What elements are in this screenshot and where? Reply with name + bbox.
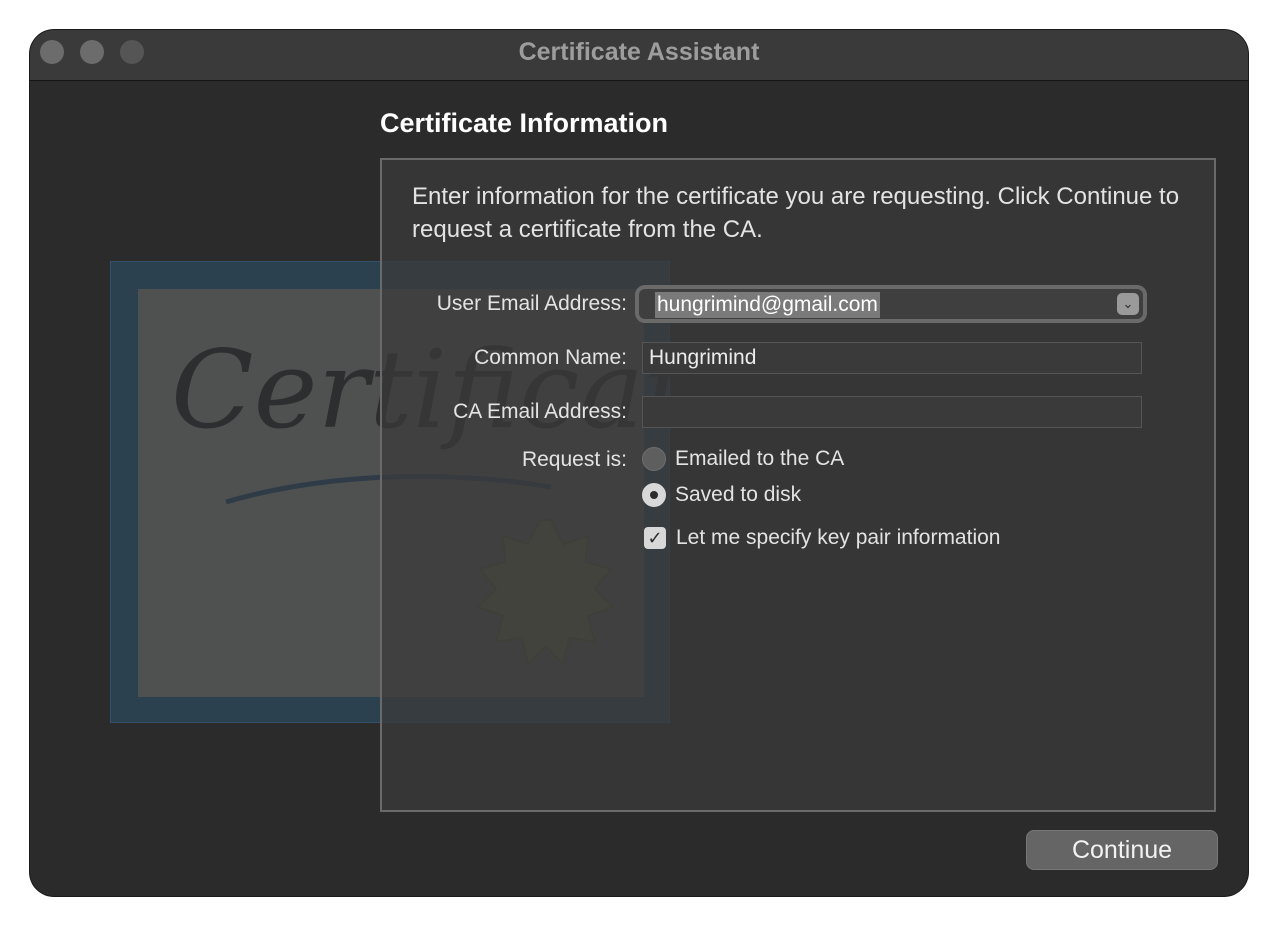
certificate-assistant-window: Certificate Assistant Certificate Certif… <box>30 30 1248 896</box>
ca-email-label: CA Email Address: <box>453 400 627 423</box>
radio-saved-label: Saved to disk <box>675 483 802 506</box>
radio-saved-to-disk[interactable]: Saved to disk <box>642 482 801 508</box>
key-pair-checkbox-label: Let me specify key pair information <box>676 526 1001 549</box>
chevron-down-icon[interactable]: ⌄ <box>1117 293 1139 315</box>
common-name-field[interactable] <box>642 342 1142 374</box>
user-email-value: hungrimind@gmail.com <box>655 292 880 318</box>
certificate-info-panel: Enter information for the certificate yo… <box>380 158 1216 812</box>
ca-email-field[interactable] <box>642 396 1142 428</box>
radio-emailed-to-ca[interactable]: Emailed to the CA <box>642 446 844 472</box>
user-email-combobox[interactable]: hungrimind@gmail.com ⌄ <box>635 285 1147 323</box>
radio-button-on[interactable] <box>642 483 666 507</box>
checkmark-icon[interactable]: ✓ <box>644 527 666 549</box>
common-name-label: Common Name: <box>474 346 627 369</box>
section-title: Certificate Information <box>380 108 669 138</box>
request-is-label: Request is: <box>521 448 627 471</box>
title-bar: Certificate Assistant <box>30 30 1248 81</box>
window-title: Certificate Assistant <box>518 38 760 66</box>
intro-text: Enter information for the certificate yo… <box>412 183 1180 243</box>
key-pair-checkbox-row[interactable]: ✓ Let me specify key pair information <box>644 525 1000 551</box>
radio-emailed-label: Emailed to the CA <box>675 447 845 470</box>
user-email-label: User Email Address: <box>436 292 627 315</box>
radio-button-off[interactable] <box>642 447 666 471</box>
user-email-combobox-field[interactable]: hungrimind@gmail.com ⌄ <box>639 289 1143 319</box>
continue-button[interactable]: Continue <box>1026 830 1218 870</box>
